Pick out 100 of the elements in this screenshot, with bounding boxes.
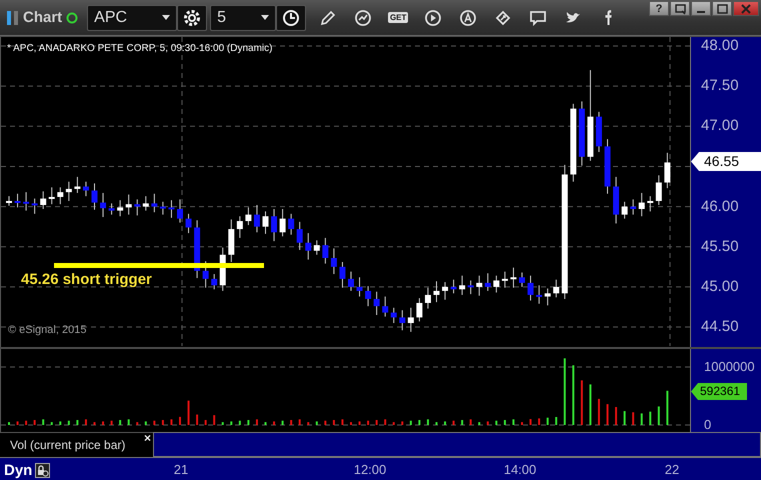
- candlestick: [339, 262, 346, 288]
- candlestick: [126, 194, 132, 216]
- volume-bar: [401, 421, 404, 425]
- volume-bar: [119, 420, 122, 425]
- candlestick: [468, 280, 474, 295]
- float-window-button[interactable]: [670, 1, 690, 16]
- volume-bar: [196, 414, 198, 425]
- axis-label: 47.00: [701, 117, 739, 136]
- maximize-icon: [716, 2, 728, 14]
- candlestick: [202, 260, 209, 288]
- candlestick: [236, 216, 243, 238]
- candlestick: [664, 152, 670, 189]
- help-button[interactable]: ?: [649, 1, 669, 16]
- candlestick: [450, 279, 457, 294]
- volume-bar: [188, 400, 190, 425]
- time-label: 12:00: [354, 462, 386, 477]
- axis-label: 44.50: [701, 318, 739, 336]
- candlestick: [314, 240, 320, 256]
- close-study-button[interactable]: ×: [144, 431, 151, 445]
- symbol-dropdown[interactable]: APC: [87, 4, 178, 30]
- candlestick: [390, 307, 397, 324]
- candlestick: [613, 176, 620, 224]
- candlestick: [186, 213, 192, 234]
- volume-bar: [42, 419, 44, 425]
- volume-bar: [170, 419, 172, 425]
- volume-bar: [238, 420, 241, 425]
- volume-bar: [84, 419, 87, 425]
- float-window-icon: [674, 2, 686, 14]
- volume-bar: [649, 412, 652, 425]
- minimize-icon: [697, 10, 705, 12]
- play-icon: [424, 8, 442, 26]
- candlestick: [544, 288, 551, 306]
- clock-icon: [282, 8, 300, 26]
- axis-label: 45.00: [701, 278, 739, 296]
- scale-mode-label[interactable]: Dyn: [4, 462, 32, 478]
- annotation-label: 45.26 short trigger: [21, 271, 152, 288]
- volume-bar: [256, 419, 258, 425]
- volume-bar: [384, 419, 386, 425]
- volume-bar: [204, 420, 207, 425]
- candlestick: [177, 198, 183, 224]
- volume-bar: [572, 365, 574, 425]
- candlestick: [48, 186, 55, 205]
- chart-title: * APC, ANADARKO PETE CORP, 5, 09:30-16:00 (Dynamic): [7, 43, 272, 54]
- candlestick: [510, 267, 516, 288]
- axis-label: 1000000: [704, 358, 755, 376]
- axis-label: 45.50: [701, 238, 739, 256]
- candlestick: [442, 282, 448, 300]
- axis-label: 48.00: [701, 37, 739, 55]
- volume-bar: [282, 420, 284, 425]
- settings-button[interactable]: [177, 4, 208, 30]
- pencil-icon: [319, 8, 338, 26]
- volume-bar: [461, 420, 464, 425]
- candlestick: [408, 307, 414, 332]
- candlestick: [528, 275, 534, 302]
- volume-bar: [478, 422, 480, 425]
- volume-bar: [25, 420, 28, 425]
- volume-bar: [444, 421, 446, 425]
- volume-bar: [128, 419, 130, 425]
- volume-bar: [290, 420, 292, 425]
- comment-icon: [529, 8, 548, 26]
- close-button[interactable]: [733, 1, 759, 16]
- candlestick: [348, 271, 354, 292]
- volume-bar: [110, 420, 113, 425]
- volume-bar: [530, 419, 532, 425]
- candlestick: [638, 192, 645, 217]
- candlestick: [322, 237, 328, 264]
- candlestick: [374, 291, 380, 316]
- volume-bar: [222, 422, 224, 425]
- candlestick: [578, 100, 585, 166]
- candlestick: [536, 284, 542, 304]
- candlestick: [382, 296, 388, 318]
- candlestick: [142, 196, 149, 212]
- volume-bar: [273, 421, 276, 425]
- volume-bar: [144, 421, 147, 425]
- study-label: Vol (current price bar): [9, 438, 126, 452]
- volume-bar: [589, 384, 592, 425]
- panel-toggle-icon: [6, 8, 20, 26]
- candlestick: [262, 210, 268, 234]
- candlestick: [228, 218, 234, 262]
- interval-dropdown[interactable]: 5: [210, 4, 276, 30]
- volume-bar: [632, 412, 634, 425]
- candlestick: [493, 275, 500, 294]
- get-button[interactable]: GET: [385, 6, 412, 28]
- candlestick: [82, 181, 89, 197]
- candlestick: [108, 202, 115, 216]
- volume-bar: [332, 420, 335, 425]
- time-button[interactable]: [276, 4, 306, 30]
- maximize-button[interactable]: [712, 1, 732, 16]
- candlestick: [365, 286, 372, 307]
- candlestick: [100, 192, 106, 218]
- candlestick: [57, 186, 64, 205]
- minimize-button[interactable]: [691, 1, 711, 16]
- caret-icon: [261, 15, 270, 20]
- axis-label: 0: [704, 416, 712, 434]
- last-price-tag: 46.55: [691, 152, 761, 171]
- volume-bar: [153, 420, 156, 425]
- volume-bar: [504, 420, 506, 425]
- candlestick: [74, 176, 80, 194]
- candlestick: [160, 201, 166, 216]
- candlestick: [596, 111, 602, 152]
